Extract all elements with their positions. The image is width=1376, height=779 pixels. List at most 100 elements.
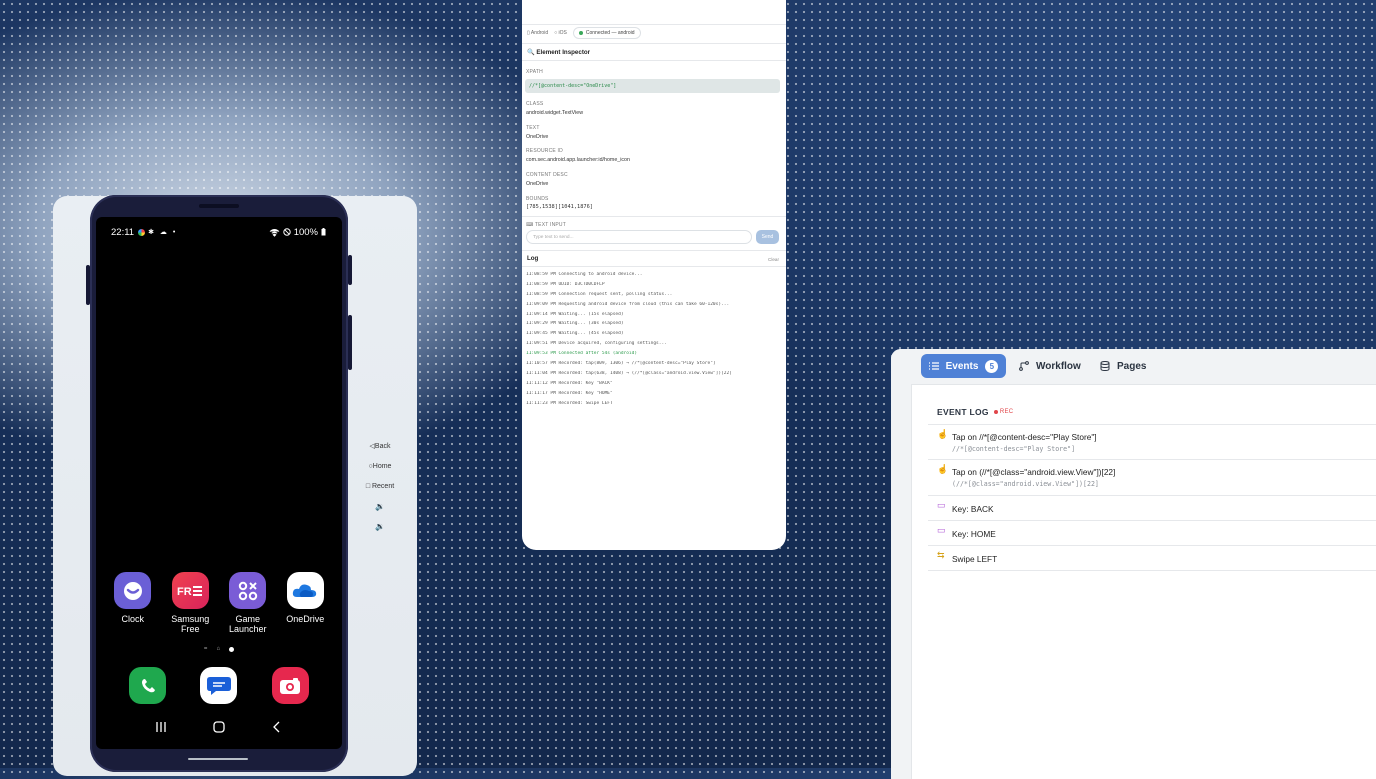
samsung-free-icon: FR [171,572,209,609]
tab-events-label: Events [945,360,979,372]
status-dot [578,31,583,35]
android-navbar [96,721,342,733]
inspector-topbar [522,0,786,25]
events-count-badge: 5 [985,359,999,373]
class-value: android.widget.TextView [526,110,584,116]
tap-icon: ☝ [937,464,949,474]
content-desc-label: CONTENT DESC [526,172,568,178]
event-row[interactable]: ☝ Tap on //*[@content-desc="Play Store"] /… [928,424,1376,460]
app-onedrive[interactable]: OneDrive [277,572,335,634]
notification-icons: ✱ ☁ • [138,228,177,236]
clear-log-button[interactable]: Clear [768,257,779,262]
log-line: 11:11:17 PM Recorded: Key "HOME" [526,390,613,396]
volume-down-icon[interactable]: 🔉 [360,516,400,536]
pager-glyph: = [203,646,208,652]
key-icon: ▭ [937,525,946,535]
app-samsung-free[interactable]: FR Samsung Free [162,572,220,634]
event-row[interactable]: ☝ Tap on (//*[@class="android.view.View"]… [928,459,1376,496]
event-locator: //*[@content-desc="Play Store"] [952,445,1076,453]
app-clock[interactable]: Clock [104,572,162,634]
log-line: 11:09:45 PM Waiting... (45s elapsed) [526,331,624,337]
log-line: 11:09:29 PM Waiting... (30s elapsed) [526,321,624,327]
event-description: Swipe LEFT [952,554,998,564]
app-label: Clock [121,614,144,624]
log-line: 11:08:59 PM Connection request sent, pol… [526,291,673,297]
key-icon: ▭ [937,500,946,510]
workflow-icon [1019,361,1029,371]
home-control[interactable]: ○Home [360,456,400,476]
dnd-icon [282,228,291,236]
panel-gutter [891,384,912,779]
event-row[interactable]: ▭ Key: HOME [928,520,1376,546]
log-line: 11:11:12 PM Recorded: Key "BACK" [526,380,613,386]
game-launcher-icon [229,572,267,609]
tap-icon: ☝ [937,429,949,439]
log-line: 11:11:23 PM Recorded: Swipe LEFT [526,400,613,406]
resource-id-value: com.sec.android.app.launcher:id/home_ico… [526,157,630,163]
tab-workflow[interactable]: Workflow [1019,354,1081,378]
clock-icon [114,572,152,609]
dock [96,667,342,704]
home-nav-icon[interactable] [213,721,225,733]
home-page-glyph: ⌂ [216,646,221,652]
event-row[interactable]: ▭ Key: BACK [928,495,1376,521]
camera-icon[interactable] [271,667,309,704]
log-line: 11:09:51 PM Device acquired, configuring… [526,341,667,347]
app-label: OneDrive [286,614,325,624]
bounds-label: BOUNDS [526,196,549,202]
device-screen[interactable]: 22:11 ✱ ☁ • 100% Clock FR Samsung Free G… [96,217,342,749]
onedrive-icon [286,572,324,609]
tab-events[interactable]: Events 5 [921,354,1006,378]
log-line: 11:11:04 PM Recorded: tap(638, 1408) → (… [526,370,732,376]
page-dot-active [229,646,235,652]
page-indicator[interactable]: = ⌂ [96,646,342,652]
content-desc-value: OneDrive [526,181,549,187]
status-bar: 22:11 ✱ ☁ • 100% [111,225,326,239]
tab-pages-label: Pages [1117,360,1147,372]
power-button [348,255,352,285]
volume-up-icon[interactable]: 🔉 [360,496,400,516]
xpath-label: XPATH [526,69,543,75]
log-line: 11:09:14 PM Waiting... (15s elapsed) [526,311,624,317]
inspector-panel: ▯ Android ○ iOS Connected — android 🔍 El… [522,0,786,550]
messages-icon[interactable] [200,667,238,704]
log-line: 11:10:57 PM Recorded: tap(809, 1306) → /… [526,361,716,367]
app-game-launcher[interactable]: Game Launcher [219,572,277,634]
resource-id-label: RESOURCE ID [526,148,563,154]
event-description: Key: HOME [952,529,996,539]
volume-button [86,265,90,305]
back-nav-icon[interactable] [271,721,283,733]
send-button[interactable]: Send [756,230,779,244]
tab-pages[interactable]: Pages [1100,354,1146,378]
event-list-end [928,570,1376,571]
text-input-field[interactable]: Type text to send... [526,230,752,244]
device-controls: ◁Back ○Home □ Recent 🔉 🔉 [360,436,400,536]
phone-icon[interactable] [129,667,167,704]
event-description: Key: BACK [952,504,994,514]
inspector-heading: 🔍 Element Inspector [527,49,591,56]
platform-tabs: ▯ Android ○ iOS Connected — android [527,27,641,39]
recent-apps-icon[interactable] [155,721,167,733]
recording-indicator: REC [993,409,1014,415]
log-title: Log [527,255,539,262]
log-list: 11:08:59 PM Connecting to android device… [526,272,782,410]
android-tab[interactable]: ▯ Android [527,30,548,36]
xpath-value[interactable]: //*[@content-desc="OneDrive"] [525,79,780,93]
device-frame: 22:11 ✱ ☁ • 100% Clock FR Samsung Free G… [86,195,352,772]
battery-icon [321,228,326,236]
events-panel: Events 5 Workflow Pages EVENT LOG REC ☝ T… [891,349,1376,779]
event-locator: (//*[@class="android.view.View"])[22] [952,480,1099,488]
status-time: 22:11 [111,226,135,238]
event-description: Tap on //*[@content-desc="Play Store"] [952,432,1097,442]
text-input-label: ⌨ TEXT INPUT [526,222,566,228]
recent-control[interactable]: □ Recent [360,476,400,496]
ios-tab[interactable]: ○ iOS [554,30,567,36]
class-label: CLASS [526,101,544,107]
app-label: Samsung Free [171,614,210,634]
swipe-icon: ⇆ [937,550,945,560]
home-indicator [188,758,248,760]
app-label: Game Launcher [228,614,267,634]
event-row[interactable]: ⇆ Swipe LEFT [928,545,1376,571]
svg-text:FR: FR [177,586,192,598]
back-control[interactable]: ◁Back [360,436,400,456]
